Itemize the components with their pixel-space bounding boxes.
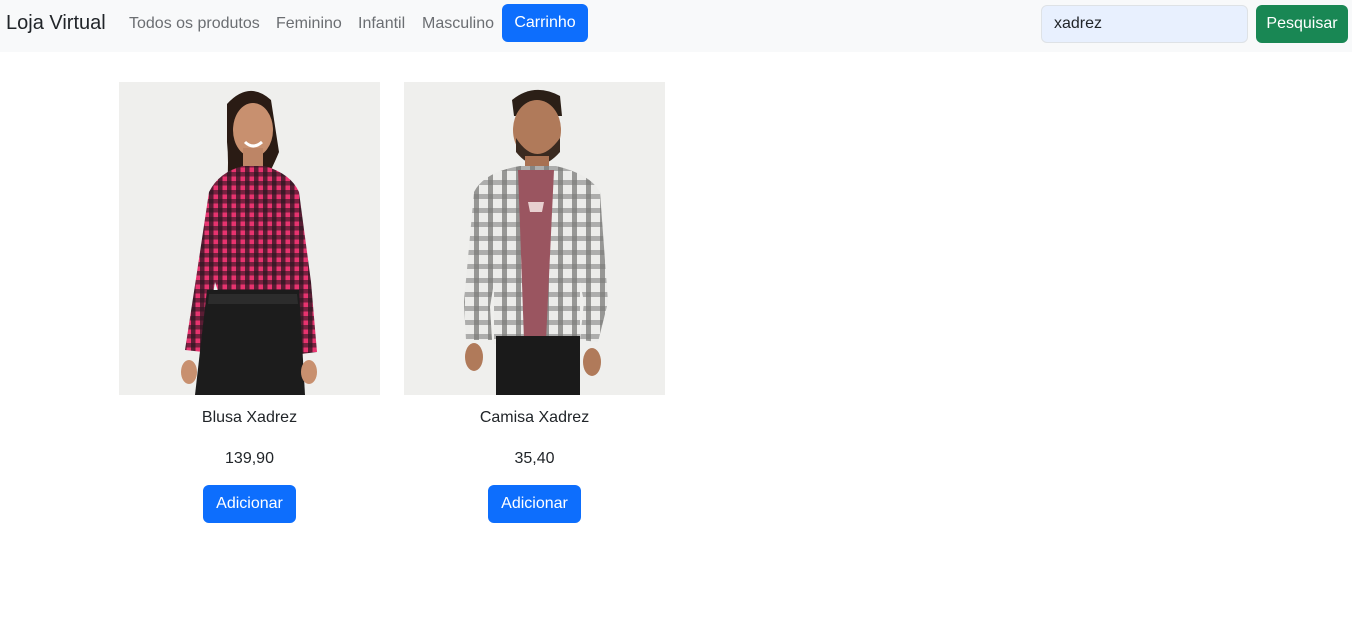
nav-link-masculino[interactable]: Masculino (422, 15, 494, 33)
product-name: Blusa Xadrez (201, 409, 298, 426)
search-input[interactable] (1041, 5, 1248, 43)
nav-link-feminino[interactable]: Feminino (276, 15, 342, 33)
add-to-cart-button[interactable]: Adicionar (488, 485, 581, 523)
product-image[interactable] (119, 82, 380, 395)
man-gray-plaid-shirt-image (404, 82, 665, 395)
nav-link-infantil[interactable]: Infantil (358, 15, 405, 33)
product-price: 35,40 (514, 450, 555, 467)
product-image[interactable] (404, 82, 665, 395)
nav-link-todos-os-produtos[interactable]: Todos os produtos (129, 15, 260, 33)
search-button[interactable]: Pesquisar (1256, 5, 1348, 43)
navbar: Loja Virtual Todos os produtos Feminino … (0, 0, 1352, 52)
woman-pink-plaid-shirt-image (119, 82, 380, 395)
brand-logo[interactable]: Loja Virtual (6, 12, 106, 35)
product-name: Camisa Xadrez (479, 409, 590, 426)
product-price: 139,90 (225, 450, 274, 467)
cart-button[interactable]: Carrinho (502, 4, 588, 42)
add-to-cart-button[interactable]: Adicionar (203, 485, 296, 523)
